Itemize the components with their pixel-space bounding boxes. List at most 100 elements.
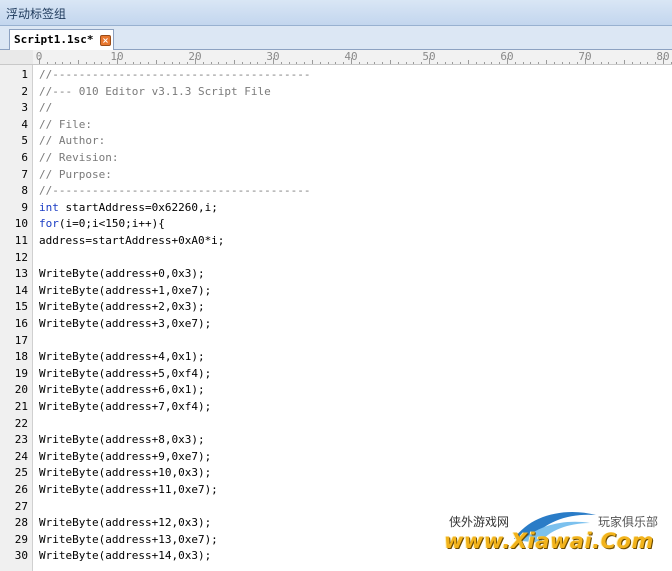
line-number: 4 [21,117,28,131]
ruler-label: 0 [35,50,43,63]
code-text: WriteByte(address+1,0xe7); [39,283,212,297]
column-ruler: 0 10 20 30 40 50 60 70 80 [0,50,672,65]
close-icon[interactable]: × [100,35,111,46]
code-text: // Revision: [39,151,119,164]
code-text: WriteByte(address+2,0x3); [39,300,205,314]
code-line: 15 WriteByte(address+2,0x3); [0,299,672,316]
ruler-tick [608,62,610,64]
ruler-tick [358,62,360,64]
line-number: 25 [14,466,28,480]
line-number: 22 [14,416,28,430]
ruler-tick [397,62,399,64]
ruler-tick [319,62,321,64]
ruler-tick [522,62,524,64]
code-text: for(i=0;i<150;i++){ [39,216,165,233]
code-line: 5 // Author: [0,133,672,150]
line-number: 3 [21,101,28,115]
code-text: // Purpose: [39,167,112,181]
line-number: 7 [21,167,28,181]
ruler-tick [78,60,79,64]
ruler-tick [179,62,181,64]
ruler-tick [491,62,493,64]
code-text: WriteByte(address+0,0x3); [39,267,205,281]
ruler-tick [553,62,555,64]
ruler-tick [202,62,204,64]
code-line: 1 //-------------------------------------… [0,67,672,84]
line-number: 28 [14,516,28,530]
ruler-tick [249,62,251,64]
line-number: 9 [21,200,28,214]
tab-script1[interactable]: Script1.1sc* × [9,29,114,50]
line-number: 26 [14,483,28,496]
code-line: 8 //-------------------------------------… [0,183,672,200]
floating-tab-group-titlebar: 浮动标签组 [0,0,672,26]
line-number: 29 [14,532,28,546]
line-number: 11 [14,234,28,247]
panel-title: 浮动标签组 [6,7,67,21]
line-number: 14 [14,283,28,297]
ruler-tick [631,62,633,64]
ruler-tick [546,60,547,64]
code-line: 26 WriteByte(address+11,0xe7); [0,482,672,499]
ruler-tick [85,62,87,64]
ruler-label: 80 [656,50,670,63]
watermark-site-name: 侠外游戏网 [449,515,510,529]
ruler-tick [600,62,602,64]
code-rest: startAddress=0x62260,i; [58,200,218,214]
ruler-label: 10 [110,50,124,63]
line-number: 16 [14,317,28,330]
code-line: 18 WriteByte(address+4,0x1); [0,349,672,366]
code-text: WriteByte(address+10,0x3); [39,466,212,480]
ruler-tick [639,62,641,64]
ruler-tick [312,60,313,64]
ruler-tick [530,62,532,64]
ruler-tick [647,62,649,64]
line-number: 6 [21,151,28,164]
ruler-tick [70,62,72,64]
ruler-tick [475,62,477,64]
line-number: 12 [14,250,28,264]
ruler-tick [624,60,625,64]
keyword: int [39,200,59,214]
code-text: // [39,101,53,115]
ruler-label: 40 [344,50,358,63]
ruler-label: 20 [188,50,202,63]
code-text: //--------------------------------------… [39,68,311,81]
ruler-tick [156,60,157,64]
code-text: WriteByte(address+3,0xe7); [39,317,212,330]
ruler-label: 70 [578,50,592,63]
code-line: 4 // File: [0,117,672,134]
ruler-tick [304,62,306,64]
ruler-tick [140,62,142,64]
line-number: 21 [14,400,28,413]
watermark-tagline: 玩家俱乐部 [598,515,659,529]
line-number: 1 [21,68,28,81]
code-line: 9 int startAddress=0x62260,i; [0,200,672,217]
line-number: 17 [14,333,28,347]
code-editor[interactable]: 1 //-------------------------------------… [0,65,672,571]
code-text: WriteByte(address+6,0x1); [39,383,205,397]
code-line: 17 [0,333,672,350]
line-number: 5 [21,134,28,148]
code-rest: (i=0;i<150;i++){ [58,217,165,231]
code-text: WriteByte(address+12,0x3); [39,516,212,530]
ruler-tick [210,62,212,64]
keyword: for [39,217,59,231]
ruler-tick [226,62,228,64]
code-line: 11 address=startAddress+0xA0*i; [0,233,672,250]
ruler-tick [335,62,337,64]
line-number: 19 [14,366,28,380]
ruler-tick [124,62,126,64]
ruler-tick [93,62,95,64]
ruler-tick [569,62,571,64]
line-number: 27 [14,499,28,513]
ruler-tick [413,62,415,64]
code-line: 13 WriteByte(address+0,0x3); [0,266,672,283]
ruler-tick [366,62,368,64]
ruler-tick [468,60,469,64]
code-text: int startAddress=0x62260,i; [39,200,218,217]
line-number: 18 [14,350,28,364]
ruler-tick [436,62,438,64]
ruler-tick [257,62,259,64]
ruler-tick [374,62,376,64]
